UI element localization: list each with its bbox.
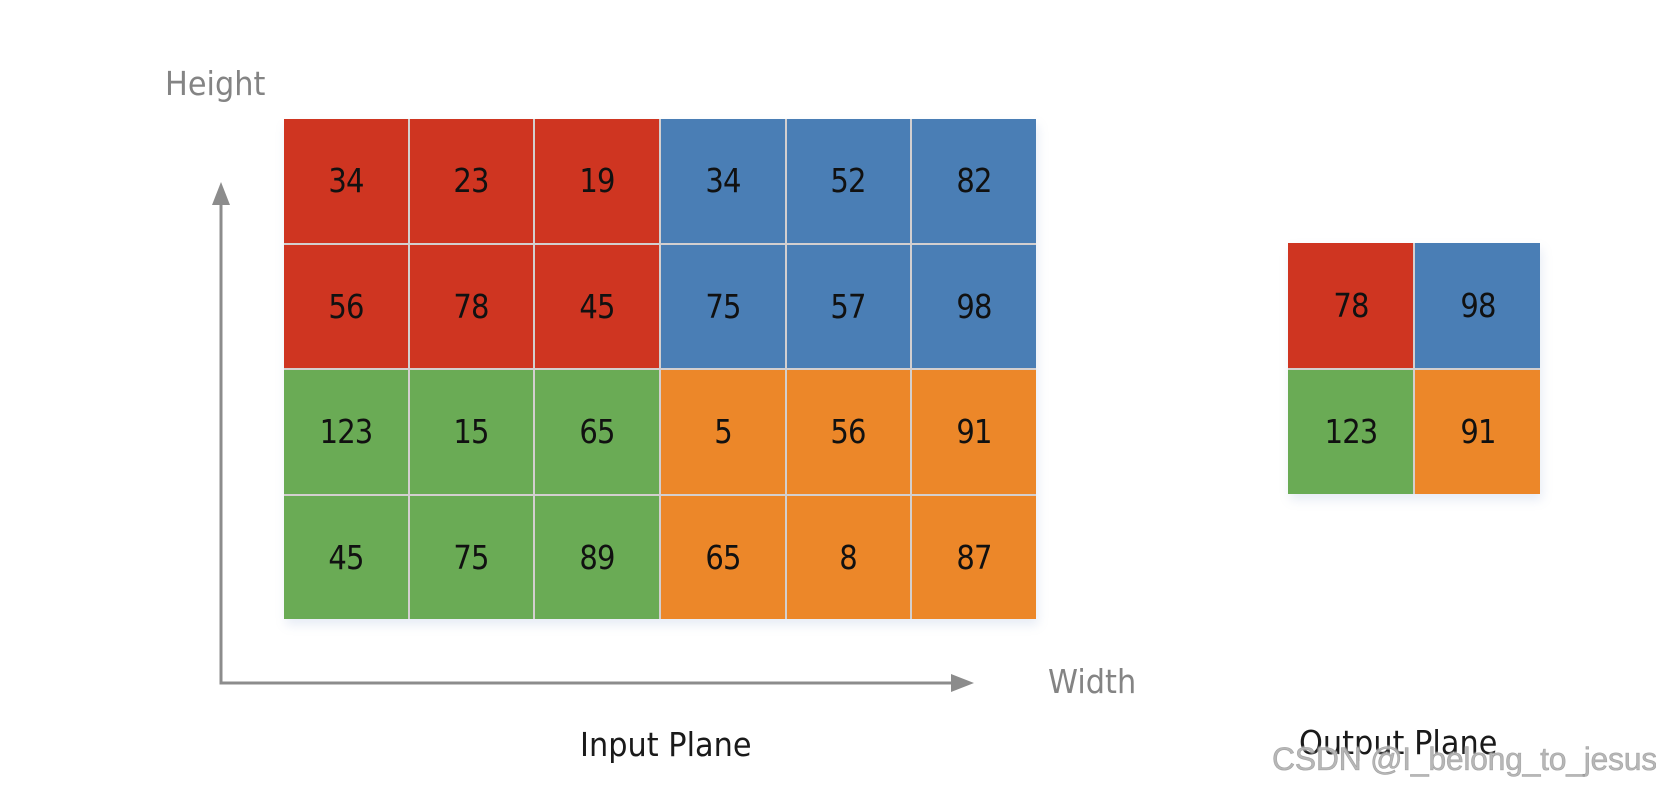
input-plane-cell-value: 98	[956, 286, 993, 326]
input-plane-cell-value: 89	[579, 537, 616, 577]
input-plane-cell-value: 82	[956, 161, 993, 201]
output-plane-cell: 98	[1415, 243, 1540, 368]
output-plane-cell-value: 91	[1459, 412, 1496, 452]
input-plane-cell: 82	[912, 119, 1036, 243]
input-plane-cell-value: 57	[830, 286, 867, 326]
input-plane-cell: 75	[409, 495, 534, 619]
input-plane-cell: 19	[535, 119, 659, 243]
y-axis-label: Height	[165, 64, 266, 103]
output-plane-cell-value: 123	[1324, 412, 1378, 452]
x-axis-label: Width	[1048, 662, 1137, 701]
y-axis-arrow-icon	[212, 182, 230, 205]
input-plane-cell-value: 65	[705, 537, 741, 577]
input-plane-label: Input Plane	[580, 725, 752, 764]
input-plane-cell: 45	[284, 495, 408, 619]
output-plane-cell: 91	[1415, 369, 1540, 494]
input-plane-cell: 57	[786, 244, 911, 368]
input-plane-cell-value: 8	[839, 537, 858, 577]
watermark: CSDN @I_belong_to_jesus	[1272, 741, 1656, 778]
input-plane-cell: 123	[284, 370, 408, 494]
input-plane-cell: 56	[284, 244, 408, 368]
input-plane-cell: 52	[786, 119, 911, 243]
input-plane-cell: 75	[660, 244, 785, 368]
max-pooling-diagram: Height Width 34 23 19 34 52 82 56 78 45 75 57 98 123…	[0, 0, 1656, 790]
input-plane-cell-value: 56	[328, 286, 364, 326]
output-plane-cell: 78	[1288, 243, 1413, 368]
input-plane-cell-value: 123	[319, 412, 373, 452]
input-plane-cell-value: 65	[579, 412, 616, 452]
input-plane-cell-value: 75	[453, 537, 490, 577]
input-plane-cell-value: 52	[830, 161, 867, 201]
input-plane-cell: 23	[409, 119, 534, 243]
input-plane-cell-value: 91	[956, 412, 993, 452]
input-plane-cell: 87	[912, 495, 1036, 619]
output-plane-grid: 78 98 123 91	[1288, 243, 1540, 494]
input-plane-cell: 45	[535, 244, 659, 368]
input-plane-cell: 8	[786, 495, 911, 619]
input-plane-cell-value: 56	[830, 412, 867, 452]
input-plane-cell: 89	[535, 495, 659, 619]
input-plane-cell: 65	[660, 495, 785, 619]
input-plane-cell-value: 15	[453, 412, 490, 452]
input-plane-cell-value: 45	[579, 286, 616, 326]
output-plane-cell-value: 78	[1332, 285, 1369, 325]
input-plane-cell: 91	[912, 370, 1036, 494]
output-plane-cell: 123	[1288, 369, 1413, 494]
input-plane-cell-value: 45	[328, 537, 364, 577]
x-axis-arrow-icon	[951, 674, 974, 692]
input-plane-cell: 34	[284, 119, 408, 243]
input-plane-cell: 78	[409, 244, 534, 368]
input-plane-cell-value: 23	[453, 161, 490, 201]
input-plane-cell: 5	[660, 370, 785, 494]
input-plane-grid: 34 23 19 34 52 82 56 78 45 75 57 98 123 15 65 5 56 91 45 75…	[284, 119, 1036, 619]
input-plane-cell-value: 5	[714, 412, 732, 452]
input-plane-cell-value: 87	[956, 537, 993, 577]
input-plane-cell: 98	[912, 244, 1036, 368]
input-plane-cell: 15	[409, 370, 534, 494]
input-plane-cell: 34	[660, 119, 785, 243]
input-plane-cell-value: 34	[328, 161, 364, 201]
input-plane-cell-value: 78	[453, 286, 490, 326]
input-plane-cell-value: 34	[705, 161, 741, 201]
output-plane-cell-value: 98	[1459, 285, 1496, 325]
input-plane-cell: 56	[786, 370, 911, 494]
input-plane-cell-value: 19	[579, 161, 616, 201]
input-plane-cell: 65	[535, 370, 659, 494]
input-plane-cell-value: 75	[705, 286, 741, 326]
